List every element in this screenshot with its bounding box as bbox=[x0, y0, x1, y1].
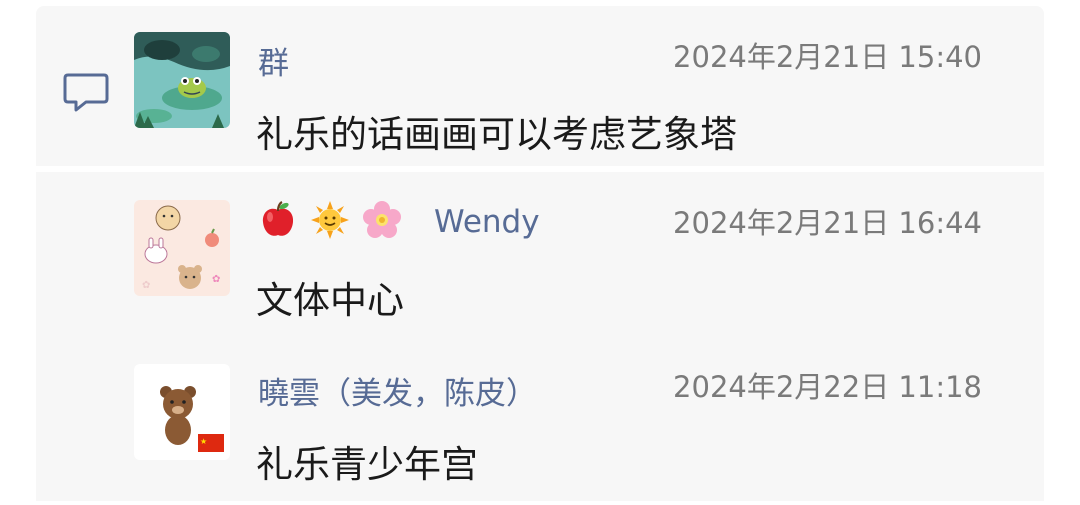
avatar-stickers[interactable]: ✿ ✿ bbox=[134, 200, 230, 296]
comment-bubble-icon bbox=[63, 73, 109, 112]
comment-1-message: 礼乐的话画画可以考虑艺象塔 bbox=[256, 113, 737, 156]
comment-3-name[interactable]: 曉雲（美发，陈皮） bbox=[258, 368, 537, 413]
apple-emoji bbox=[262, 201, 294, 236]
comment-2-message: 文体中心 bbox=[256, 279, 404, 322]
comment-2-name-emojis bbox=[258, 200, 402, 240]
flower-emoji bbox=[363, 201, 401, 238]
svg-text:✿: ✿ bbox=[142, 280, 150, 291]
comment-3-message: 礼乐青少年宫 bbox=[256, 443, 478, 486]
svg-text:✿: ✿ bbox=[212, 274, 220, 285]
sun-emoji bbox=[311, 201, 349, 239]
comment-1-name[interactable]: 群 bbox=[258, 38, 289, 83]
svg-text:★: ★ bbox=[200, 437, 207, 446]
comments-panel: 群 2024年2月21日 15:40 礼乐的话画画可以考虑艺象塔 ✿ ✿ Wen… bbox=[36, 6, 1044, 501]
avatar-bear[interactable]: ★ bbox=[134, 364, 230, 460]
comment-2-name[interactable]: Wendy bbox=[434, 204, 540, 240]
comment-3-time: 2024年2月22日 11:18 bbox=[673, 370, 982, 404]
comment-2-time: 2024年2月21日 16:44 bbox=[673, 206, 982, 240]
avatar-frog[interactable] bbox=[134, 32, 230, 128]
comment-1-time: 2024年2月21日 15:40 bbox=[673, 40, 982, 74]
